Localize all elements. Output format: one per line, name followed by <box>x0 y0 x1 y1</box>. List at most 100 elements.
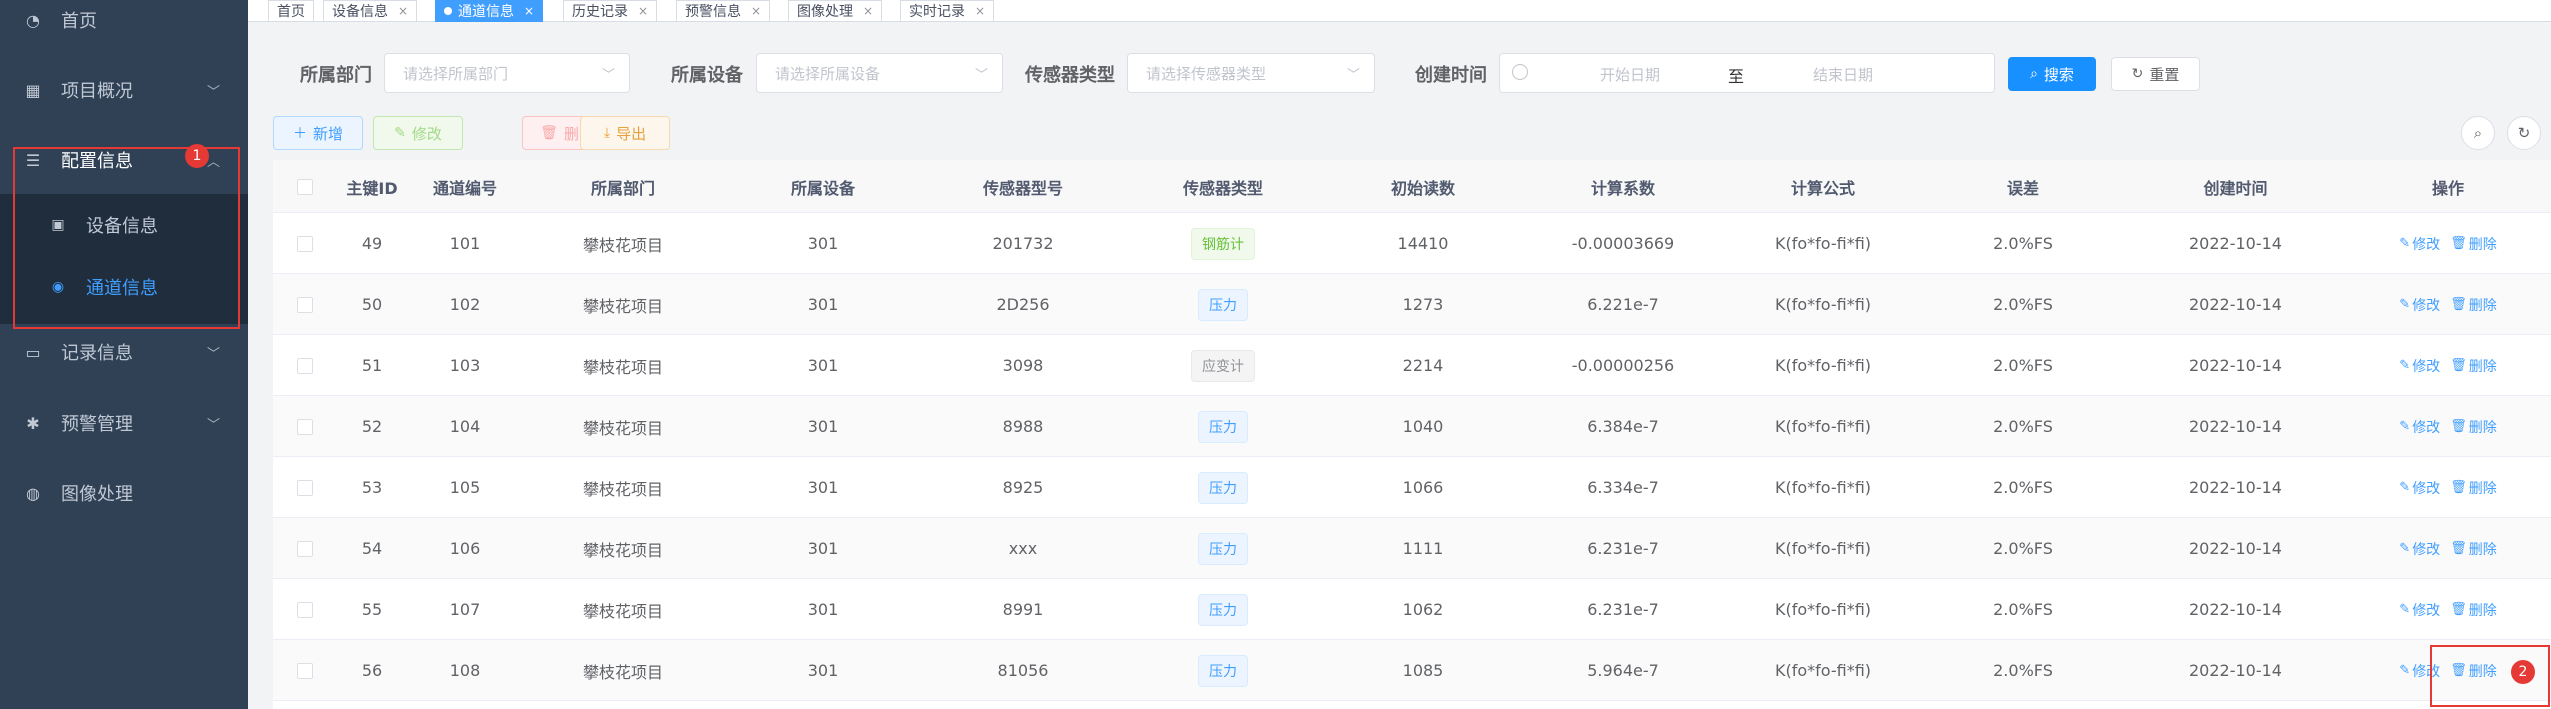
edit-button[interactable]: ✎ 修改 <box>373 116 463 150</box>
col-header: 计算公式 <box>1790 178 1855 198</box>
cell-formula: K(fo*fo-fi*fi) <box>1774 600 1872 619</box>
cell-created: 2022-10-14 <box>2189 600 2282 619</box>
table-row[interactable]: 52 104 攀枝花项目 301 8988 压力 1040 6.384e-7 K(fo*fo-f… <box>273 396 2551 457</box>
row-select-cell <box>273 518 337 579</box>
sidebar-item-label: 通道信息 <box>86 278 158 299</box>
reset-button[interactable]: ↻ 重置 <box>2111 57 2200 91</box>
date-range-picker[interactable]: 开始日期 至 结束日期 <box>1499 53 1995 93</box>
table-row[interactable]: 49 101 攀枝花项目 301 201732 钢筋计 14410 -0.00003669 K(… <box>273 213 2551 274</box>
tag-device-info[interactable]: 设备信息 × <box>323 0 418 22</box>
row-edit-button[interactable]: ✎ 修改 <box>2399 356 2440 376</box>
cell-init: 1040 <box>1402 417 1444 436</box>
row-delete-button[interactable]: 🗑 删除 <box>2450 661 2497 681</box>
select-all-checkbox[interactable] <box>297 178 313 195</box>
cell-formula: K(fo*fo-fi*fi) <box>1774 539 1872 558</box>
edit-icon: ✎ <box>394 125 406 141</box>
sidebar-item-config[interactable]: ☰ 配置信息 ︿ <box>0 128 248 192</box>
toggle-search-button[interactable]: ⌕ <box>2461 116 2495 150</box>
active-dot-icon <box>444 7 452 15</box>
row-checkbox[interactable] <box>297 601 313 618</box>
row-checkbox[interactable] <box>297 662 313 679</box>
row-checkbox[interactable] <box>297 479 313 496</box>
row-checkbox[interactable] <box>297 296 313 313</box>
close-icon[interactable]: × <box>975 4 985 18</box>
row-checkbox[interactable] <box>297 418 313 435</box>
col-header: 所属部门 <box>590 178 655 198</box>
row-edit-button[interactable]: ✎ 修改 <box>2399 478 2440 498</box>
row-checkbox[interactable] <box>297 540 313 557</box>
tag-channel-info[interactable]: 通道信息 × <box>435 0 544 22</box>
cell-init: 1066 <box>1402 478 1444 497</box>
refresh-table-button[interactable]: ↻ <box>2507 116 2541 150</box>
search-button[interactable]: ⌕ 搜索 <box>2008 57 2096 91</box>
table-row[interactable]: 56 108 攀枝花项目 301 81056 压力 1085 5.964e-7 K(fo*fo-… <box>273 640 2551 701</box>
close-icon[interactable]: × <box>398 4 408 18</box>
end-date-input[interactable]: 结束日期 <box>1813 64 1873 85</box>
edit-icon: ✎ <box>2399 663 2411 678</box>
row-delete-button[interactable]: 🗑 删除 <box>2450 356 2497 376</box>
cell-type: 压力 <box>1123 579 1323 640</box>
row-delete-button[interactable]: 🗑 删除 <box>2450 600 2497 620</box>
sidebar-item-records[interactable]: ▭ 记录信息 ﹀ <box>0 320 248 384</box>
export-button[interactable]: ⤓ 导出 <box>580 116 670 150</box>
cell-model: 8991 <box>1002 600 1044 619</box>
cell-error: 2.0%FS <box>1993 417 2053 436</box>
cell-id: 50 <box>361 295 383 314</box>
dept-select[interactable]: 请选择所属部门 ﹀ <box>384 53 630 93</box>
add-button[interactable]: ＋ 新增 <box>273 116 363 150</box>
close-icon[interactable]: × <box>863 4 873 18</box>
cell-type: 压力 <box>1123 457 1323 518</box>
trash-icon: 🗑 <box>2450 480 2467 495</box>
close-icon[interactable]: × <box>638 4 648 18</box>
row-edit-button[interactable]: ✎ 修改 <box>2399 417 2440 437</box>
trash-icon: 🗑 <box>540 125 558 141</box>
row-delete-button[interactable]: 🗑 删除 <box>2450 539 2497 559</box>
tag-alerts[interactable]: 预警信息 × <box>676 0 771 22</box>
cell-id: 52 <box>361 417 383 436</box>
edit-icon: ✎ <box>2399 541 2411 556</box>
row-edit-label: 修改 <box>2412 419 2441 436</box>
tag-history[interactable]: 历史记录 × <box>563 0 658 22</box>
row-delete-button[interactable]: 🗑 删除 <box>2450 234 2497 254</box>
row-checkbox[interactable] <box>297 235 313 252</box>
table-row[interactable]: 51 103 攀枝花项目 301 3098 应变计 2214 -0.00000256 K(fo*… <box>273 335 2551 396</box>
cell-init: 14410 <box>1397 234 1449 253</box>
tag-home[interactable]: 首页 <box>268 0 314 22</box>
row-delete-button[interactable]: 🗑 删除 <box>2450 417 2497 437</box>
chevron-down-icon: ﹀ <box>974 67 988 83</box>
row-edit-button[interactable]: ✎ 修改 <box>2399 600 2440 620</box>
cell-init: 1062 <box>1402 600 1444 619</box>
sidebar-item-alerts[interactable]: ✱ 预警管理 ﹀ <box>0 391 248 455</box>
sidebar-item-channel-info[interactable]: ◉ 通道信息 <box>0 256 248 318</box>
reset-button-label: 重置 <box>2149 65 2180 84</box>
trash-icon: 🗑 <box>2450 297 2467 312</box>
device-select[interactable]: 请选择所属设备 ﹀ <box>756 53 1003 93</box>
sidebar-item-device-info[interactable]: ▣ 设备信息 <box>0 194 248 256</box>
row-edit-button[interactable]: ✎ 修改 <box>2399 295 2440 315</box>
edit-icon: ✎ <box>2399 419 2411 434</box>
tag-image-processing[interactable]: 图像处理 × <box>788 0 883 22</box>
trash-icon: 🗑 <box>2450 419 2467 434</box>
table-row[interactable]: 53 105 攀枝花项目 301 8925 压力 1066 6.334e-7 K(fo*fo-f… <box>273 457 2551 518</box>
row-edit-button[interactable]: ✎ 修改 <box>2399 661 2440 681</box>
table-row[interactable]: 50 102 攀枝花项目 301 2D256 压力 1273 6.221e-7 K(fo*fo-… <box>273 274 2551 335</box>
sidebar-item-project-overview[interactable]: ▦ 项目概况 ﹀ <box>0 58 248 122</box>
table-row[interactable]: 55 107 攀枝花项目 301 8991 压力 1062 6.231e-7 K(fo*fo-f… <box>273 579 2551 640</box>
row-delete-button[interactable]: 🗑 删除 <box>2450 295 2497 315</box>
start-date-input[interactable]: 开始日期 <box>1600 64 1660 85</box>
tag-label: 设备信息 <box>332 4 388 20</box>
tag-realtime[interactable]: 实时记录 × <box>900 0 995 22</box>
sidebar-item-home[interactable]: ◔ 首页 <box>0 0 248 52</box>
row-checkbox[interactable] <box>297 357 313 374</box>
sensor-type-select[interactable]: 请选择传感器类型 ﹀ <box>1127 53 1375 93</box>
dept-label: 所属部门 <box>300 65 372 86</box>
close-icon[interactable]: × <box>751 4 761 18</box>
row-delete-label: 删除 <box>2468 663 2497 680</box>
row-delete-button[interactable]: 🗑 删除 <box>2450 478 2497 498</box>
close-icon[interactable]: × <box>524 4 534 18</box>
table-row[interactable]: 54 106 攀枝花项目 301 xxx 压力 1111 6.231e-7 K(fo*fo-fi… <box>273 518 2551 579</box>
cell-dept: 攀枝花项目 <box>582 662 663 682</box>
sidebar-item-image-processing[interactable]: ◍ 图像处理 <box>0 461 248 525</box>
row-edit-button[interactable]: ✎ 修改 <box>2399 539 2440 559</box>
row-edit-button[interactable]: ✎ 修改 <box>2399 234 2440 254</box>
